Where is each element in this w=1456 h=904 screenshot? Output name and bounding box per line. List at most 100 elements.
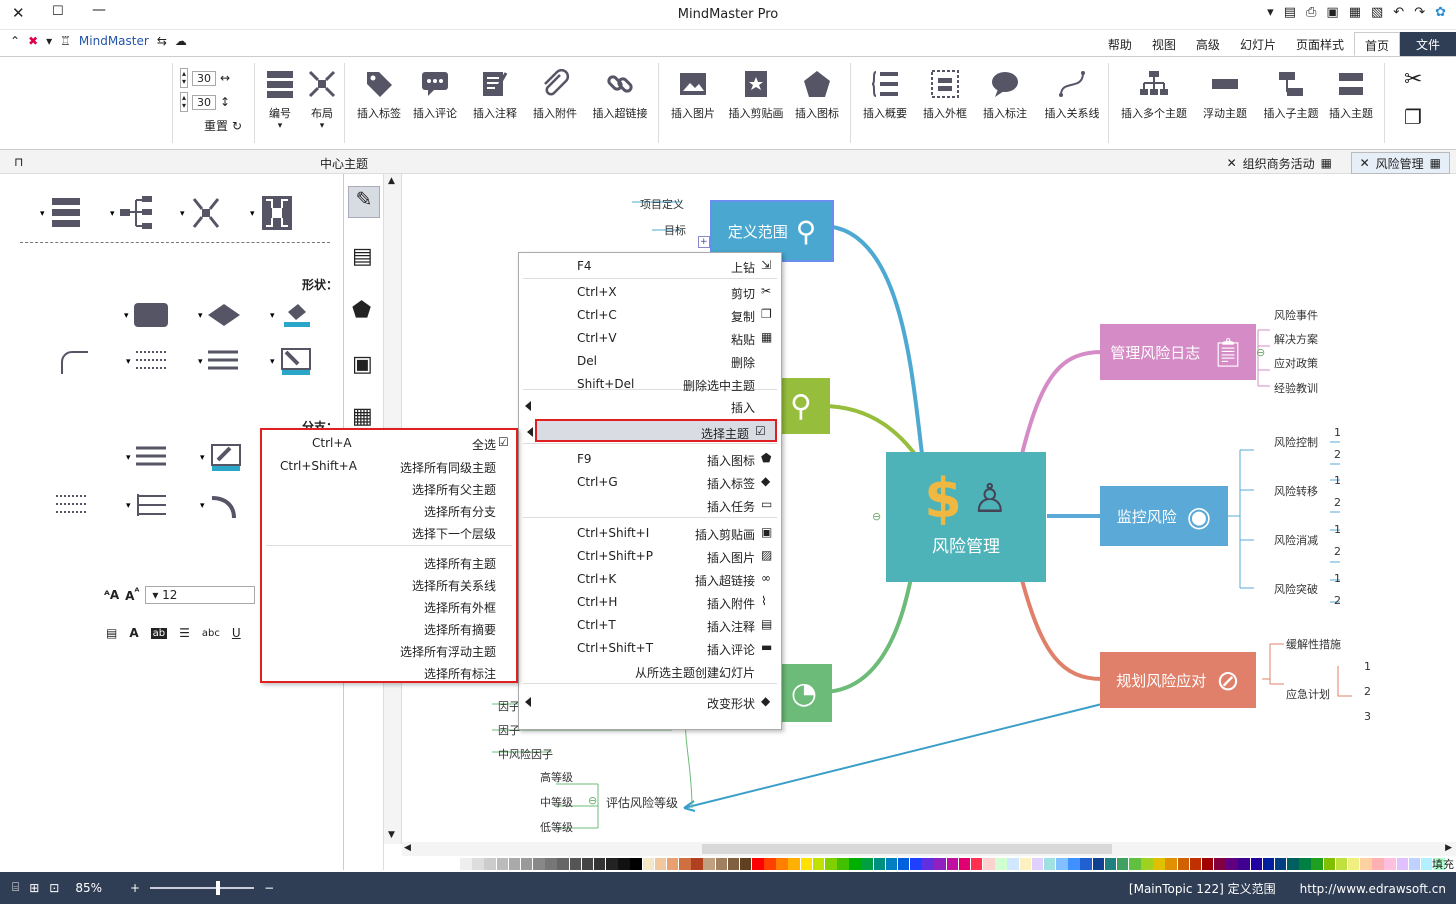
- color-swatch[interactable]: [508, 858, 521, 870]
- status-url[interactable]: http://www.edrawsoft.cn: [1300, 882, 1446, 896]
- color-swatch[interactable]: [1262, 858, 1275, 870]
- plan-child-1[interactable]: 缓解性措施: [1286, 636, 1341, 652]
- collapse-ribbon-icon[interactable]: ⌃: [10, 34, 20, 48]
- clipart-icon[interactable]: ▣: [352, 352, 373, 377]
- color-swatch[interactable]: [448, 858, 460, 870]
- font-size-select[interactable]: ▾ 12: [145, 586, 256, 604]
- color-swatch[interactable]: [1396, 858, 1409, 870]
- submenu-item-select-all-floating[interactable]: 选择所有浮动主题: [262, 639, 516, 662]
- export-icon[interactable]: ▦: [1349, 5, 1361, 20]
- color-swatch[interactable]: [618, 858, 630, 870]
- color-swatch[interactable]: [460, 858, 472, 870]
- color-swatch[interactable]: [557, 858, 569, 870]
- color-swatch[interactable]: [1092, 858, 1105, 870]
- branch-weight-icon[interactable]: ▾: [126, 442, 170, 472]
- color-swatch[interactable]: [691, 858, 703, 870]
- color-swatch[interactable]: [666, 858, 679, 870]
- color-swatch[interactable]: [1360, 858, 1372, 870]
- tab-advanced[interactable]: 高级: [1186, 32, 1230, 56]
- color-swatch[interactable]: [983, 858, 995, 870]
- color-swatch[interactable]: [496, 858, 509, 870]
- branch-color-icon[interactable]: ▾: [200, 442, 244, 472]
- submenu-item-select-all-summaries[interactable]: 选择所有摘要: [262, 617, 516, 640]
- h-spacing-input[interactable]: 30: [192, 70, 217, 86]
- collapse-toggle-icon[interactable]: ⊖: [1256, 346, 1265, 359]
- scroll-down-icon[interactable]: ▼: [388, 830, 395, 840]
- insert-note-button[interactable]: 插入注释: [466, 63, 524, 121]
- insert-hyperlink-button[interactable]: 插入超链接: [588, 63, 652, 121]
- menu-item-drill-up[interactable]: 上钻 F4 ⇲: [519, 255, 781, 278]
- line-weight-icon[interactable]: ▾: [198, 346, 242, 376]
- dropdown-icon[interactable]: ▾: [1267, 5, 1274, 20]
- minimize-icon[interactable]: —: [92, 2, 106, 18]
- color-swatch[interactable]: [1238, 858, 1250, 870]
- menu-item-insert-note[interactable]: 插入注释 Ctrl+T ▤: [519, 614, 781, 637]
- color-swatch[interactable]: [1274, 858, 1287, 870]
- color-swatch[interactable]: [1299, 858, 1311, 870]
- eval-child-low[interactable]: 低等级: [540, 819, 573, 835]
- color-swatch[interactable]: [520, 858, 533, 870]
- stepper-icon[interactable]: ▴ ▾: [180, 92, 189, 112]
- color-swatch[interactable]: [642, 858, 655, 870]
- color-swatch[interactable]: [1116, 858, 1129, 870]
- color-swatch[interactable]: [569, 858, 582, 870]
- color-swatch[interactable]: [812, 858, 825, 870]
- color-swatch[interactable]: [1019, 858, 1032, 870]
- insert-icon-button[interactable]: 插入图标: [788, 63, 846, 121]
- menu-item-insert-task[interactable]: 插入任务 ▭: [519, 494, 781, 517]
- menu-item-delete-selected[interactable]: 删除选中主题 Shift+Del: [519, 373, 781, 396]
- factor-node-partial[interactable]: 因子: [498, 722, 520, 738]
- menu-item-insert-comment[interactable]: 插入评论 Ctrl+Shift+T ▬: [519, 637, 781, 660]
- insert-attachment-button[interactable]: 插入附件: [526, 63, 584, 121]
- menu-item-copy[interactable]: 复制 Ctrl+C ❐: [519, 304, 781, 327]
- color-swatch[interactable]: [472, 858, 484, 870]
- color-swatch[interactable]: [800, 858, 813, 870]
- eval-child-mid[interactable]: 中等级: [540, 794, 573, 810]
- pentagon-icon[interactable]: ⬟: [352, 298, 371, 323]
- menu-item-insert-hyperlink[interactable]: 插入超链接 Ctrl+K ∞: [519, 568, 781, 591]
- color-swatch[interactable]: [630, 858, 642, 870]
- color-swatch[interactable]: [1056, 858, 1068, 870]
- grid-icon[interactable]: ⊞: [29, 881, 39, 895]
- color-swatch[interactable]: [1068, 858, 1080, 870]
- insert-clipart-button[interactable]: 插入剪贴画: [724, 63, 788, 121]
- color-swatch[interactable]: [1214, 858, 1226, 870]
- menu-item-delete[interactable]: 删除 Del: [519, 350, 781, 373]
- color-swatch[interactable]: [1031, 858, 1044, 870]
- monitor-child-4[interactable]: 风险突破: [1274, 581, 1318, 597]
- color-swatch[interactable]: [1335, 858, 1348, 870]
- color-swatch[interactable]: [654, 858, 667, 870]
- open-icon[interactable]: ▧: [1371, 5, 1383, 20]
- color-swatch[interactable]: [727, 858, 740, 870]
- insert-relationship-button[interactable]: 插入关系线: [1040, 63, 1104, 121]
- color-swatch[interactable]: [946, 858, 959, 870]
- color-swatch[interactable]: [885, 858, 898, 870]
- doc-tab-inactive[interactable]: ✕ 组织商务活动 ▦: [1219, 152, 1340, 174]
- horizontal-scrollbar[interactable]: ◀ ▶: [402, 842, 1456, 856]
- color-swatch[interactable]: [1007, 858, 1019, 870]
- font-color-icon[interactable]: A: [129, 626, 138, 640]
- log-child-2[interactable]: 解决方案: [1274, 331, 1318, 347]
- color-swatch[interactable]: [776, 858, 788, 870]
- color-swatch[interactable]: [995, 858, 1007, 870]
- menu-item-change-shape[interactable]: 改变形状 ◆: [519, 691, 781, 714]
- menu-item-insert[interactable]: 插入: [519, 395, 781, 418]
- underline-icon[interactable]: U: [232, 626, 241, 640]
- eval-child-high[interactable]: 高等级: [540, 769, 573, 785]
- menu-item-paste[interactable]: 粘贴 Ctrl+V ▦: [519, 327, 781, 350]
- close-icon[interactable]: ✕: [1360, 156, 1370, 170]
- factor-node-partial[interactable]: 因子: [498, 698, 520, 714]
- color-swatch[interactable]: [910, 858, 922, 870]
- monitor-child-3[interactable]: 风险消减: [1274, 532, 1318, 548]
- format-brush-icon[interactable]: ✎: [348, 186, 380, 218]
- color-swatch[interactable]: [593, 858, 606, 870]
- insert-multiple-topics-button[interactable]: 插入多个主题: [1116, 63, 1192, 121]
- insert-image-button[interactable]: 插入图片: [664, 63, 722, 121]
- color-swatch[interactable]: [1141, 858, 1153, 870]
- color-swatch[interactable]: [545, 858, 557, 870]
- tab-slides[interactable]: 幻灯片: [1230, 32, 1286, 56]
- fill-color-icon[interactable]: ▾: [270, 300, 314, 330]
- submenu-item-select-siblings[interactable]: 选择所有同级主题 Ctrl+Shift+A: [262, 455, 516, 478]
- topic-plan-response[interactable]: 规划风险应对 ⊘: [1100, 652, 1256, 708]
- color-swatch[interactable]: [958, 858, 971, 870]
